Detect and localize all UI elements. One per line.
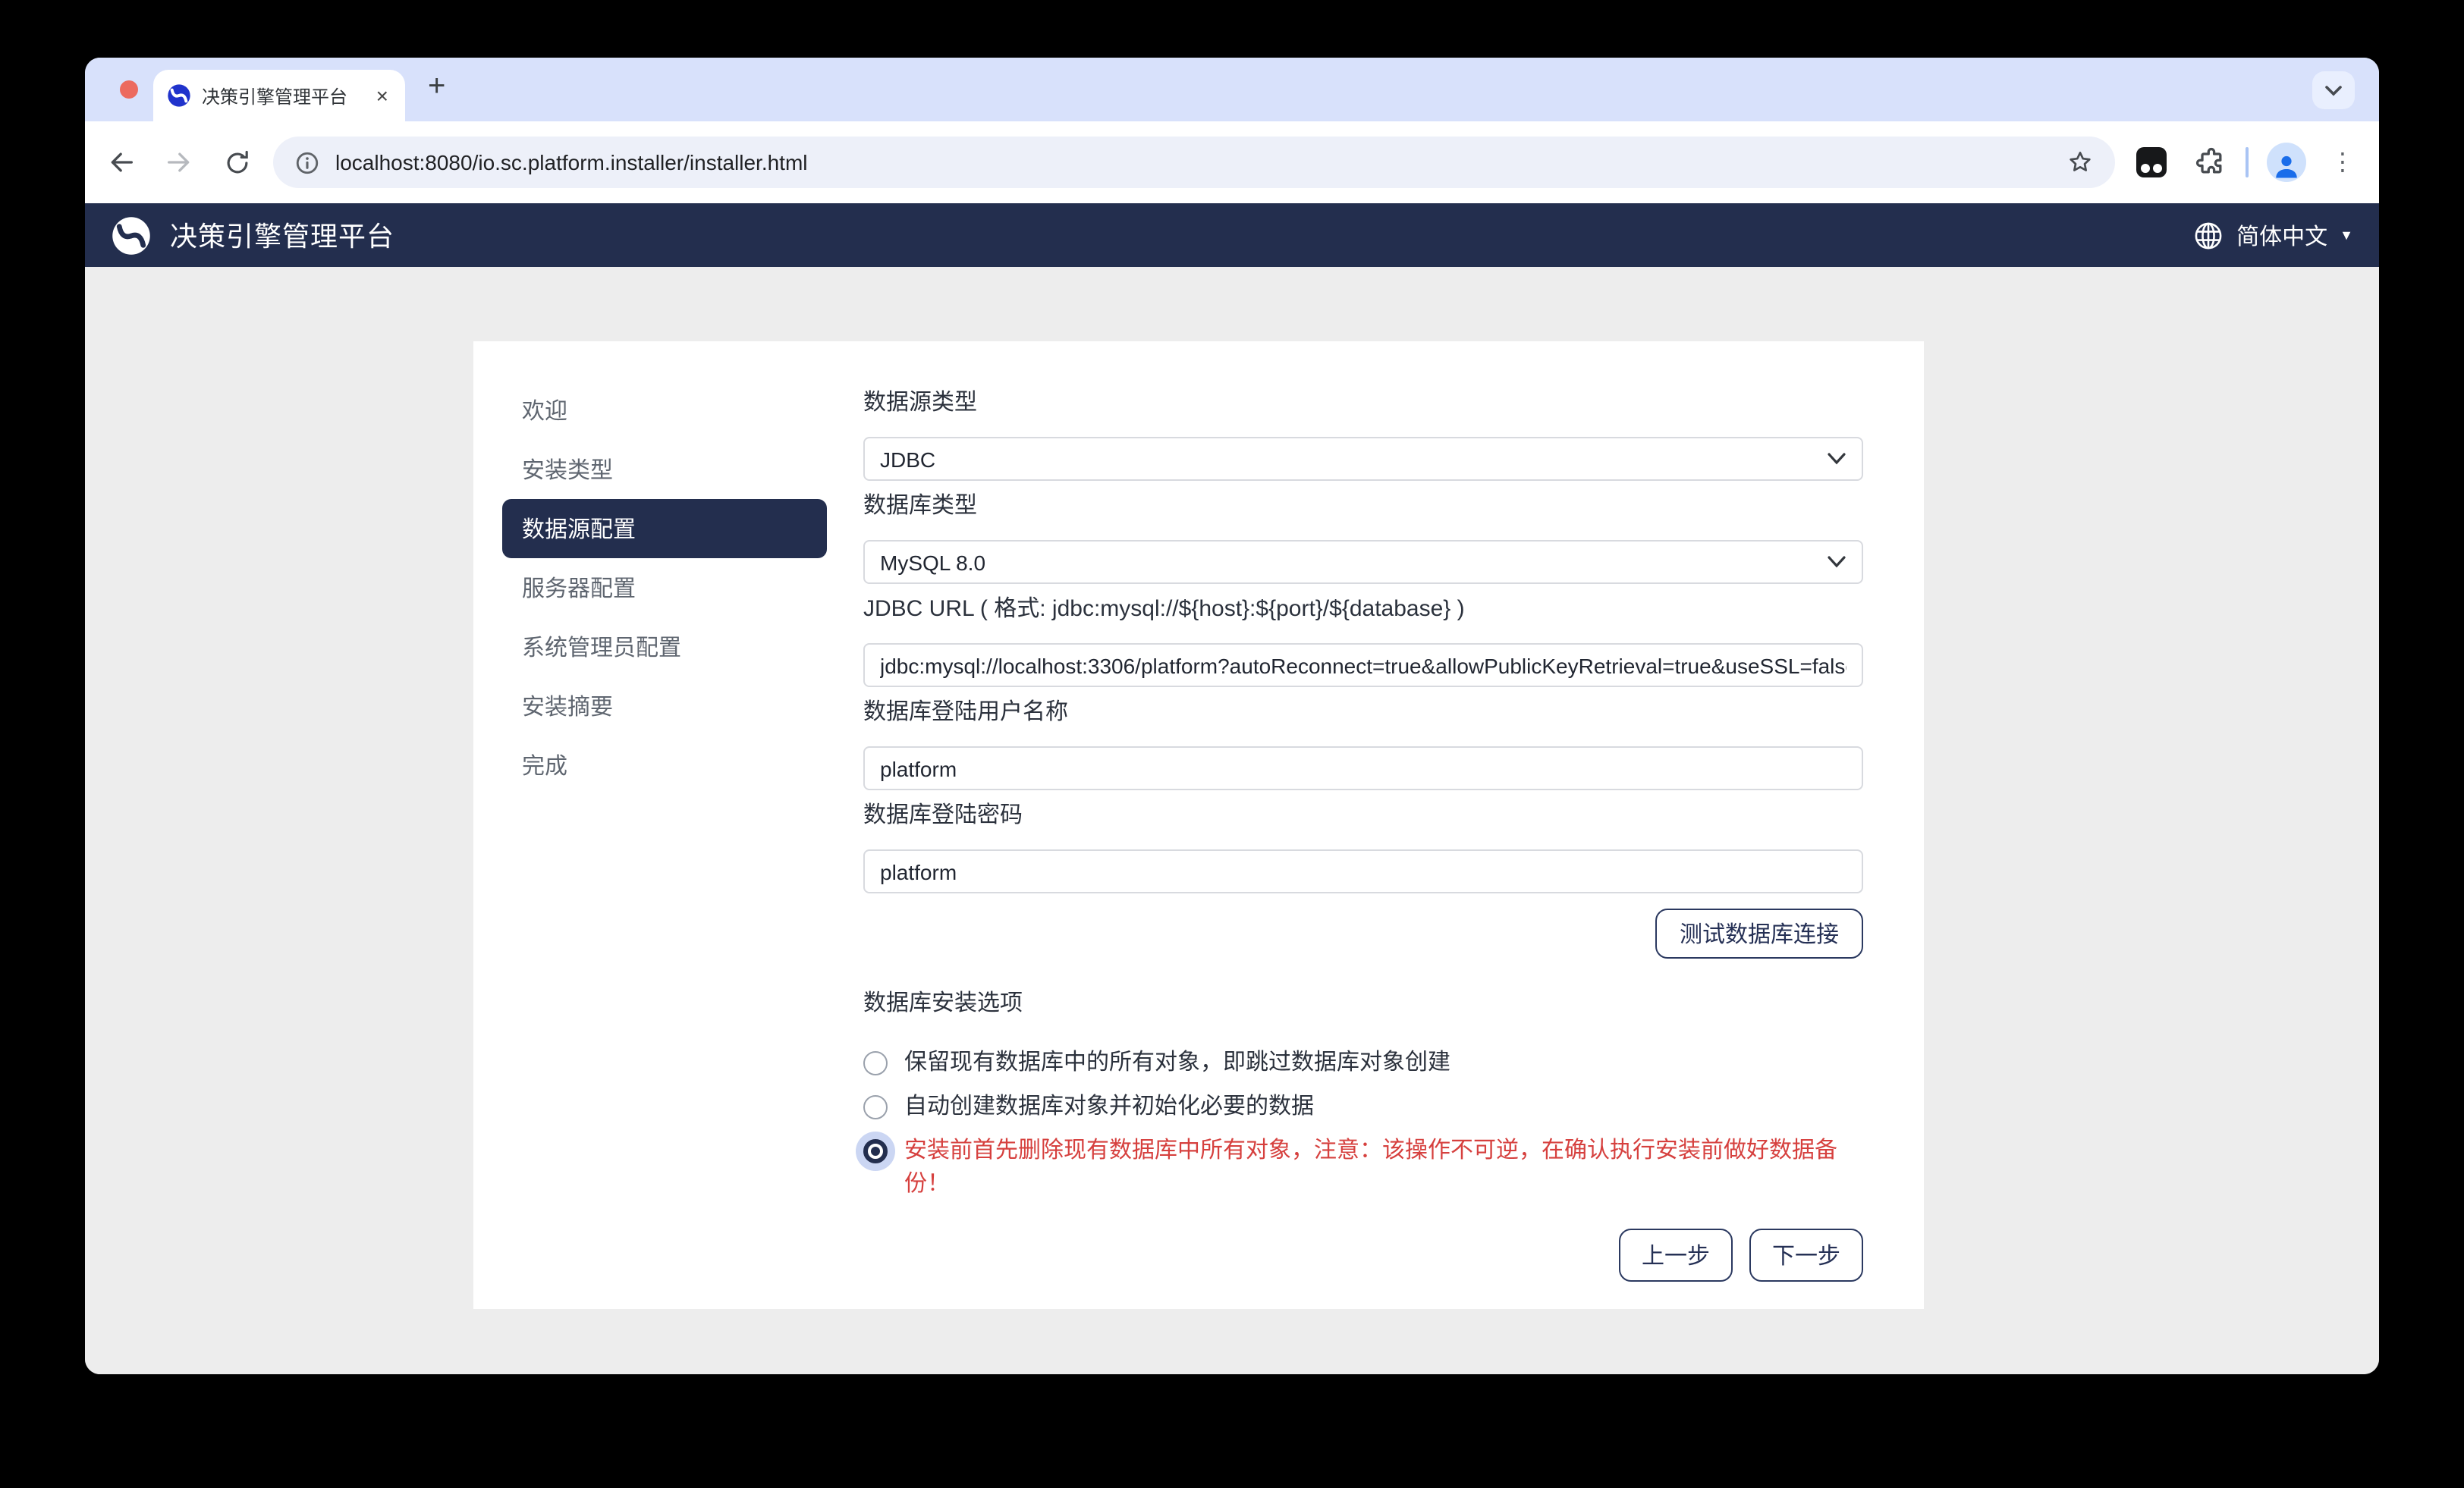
chevron-down-icon bbox=[2324, 84, 2343, 96]
reload-icon bbox=[222, 148, 251, 177]
installer-card: 欢迎 安装类型 数据源配置 服务器配置 系统管理员配置 安装摘要 完成 数据源类… bbox=[473, 341, 1924, 1309]
step-datasource[interactable]: 数据源配置 bbox=[502, 499, 827, 558]
favicon bbox=[167, 83, 191, 108]
datasource-type-value: JDBC bbox=[880, 447, 1827, 471]
site-info-icon[interactable] bbox=[294, 149, 320, 175]
radio-unchecked-icon[interactable] bbox=[863, 1095, 888, 1119]
option-label: 保留现有数据库中的所有对象，即跳过数据库对象创建 bbox=[904, 1047, 1863, 1080]
language-selector[interactable]: 简体中文 ▼ bbox=[2192, 219, 2353, 251]
step-admin[interactable]: 系统管理员配置 bbox=[502, 617, 827, 677]
db-username-label: 数据库登陆用户名称 bbox=[863, 698, 1863, 728]
chevron-down-icon bbox=[1827, 452, 1846, 466]
tab-search-button[interactable] bbox=[2312, 71, 2355, 109]
jdbc-url-label: JDBC URL ( 格式: jdbc:mysql://${host}:${po… bbox=[863, 595, 1863, 625]
page-background: 欢迎 安装类型 数据源配置 服务器配置 系统管理员配置 安装摘要 完成 数据源类… bbox=[85, 267, 2379, 1374]
extensions-puzzle-icon[interactable] bbox=[2194, 146, 2227, 179]
previous-step-button[interactable]: 上一步 bbox=[1619, 1229, 1733, 1282]
browser-menu-button[interactable]: ⋮ bbox=[2324, 147, 2361, 177]
step-server[interactable]: 服务器配置 bbox=[502, 558, 827, 617]
option-auto-create[interactable]: 自动创建数据库对象并初始化必要的数据 bbox=[863, 1091, 1863, 1124]
app-header: 决策引擎管理平台 简体中文 ▼ bbox=[85, 203, 2379, 267]
close-window-button[interactable] bbox=[120, 80, 138, 99]
browser-toolbar: localhost:8080/io.sc.platform.installer/… bbox=[85, 121, 2379, 203]
back-button[interactable] bbox=[100, 141, 143, 184]
reload-button[interactable] bbox=[215, 141, 258, 184]
browser-tab[interactable]: 决策引擎管理平台 × bbox=[153, 70, 405, 121]
option-drop-all[interactable]: 安装前首先删除现有数据库中所有对象，注意：该操作不可逆，在确认执行安装前做好数据… bbox=[863, 1135, 1863, 1201]
globe-icon bbox=[2192, 219, 2224, 251]
url-text[interactable]: localhost:8080/io.sc.platform.installer/… bbox=[335, 150, 2051, 174]
step-finish[interactable]: 完成 bbox=[502, 736, 827, 795]
forward-button[interactable] bbox=[158, 141, 200, 184]
app-title: 决策引擎管理平台 bbox=[170, 215, 394, 255]
forward-arrow-icon bbox=[164, 147, 194, 177]
step-install-type[interactable]: 安装类型 bbox=[502, 440, 827, 499]
chevron-down-icon bbox=[1827, 555, 1846, 569]
option-label: 自动创建数据库对象并初始化必要的数据 bbox=[904, 1091, 1863, 1124]
jdbc-url-input[interactable] bbox=[863, 643, 1863, 687]
test-db-connection-button[interactable]: 测试数据库连接 bbox=[1655, 909, 1863, 959]
app-logo-swirl-icon bbox=[111, 215, 152, 256]
tab-close-icon[interactable]: × bbox=[373, 85, 391, 106]
tab-title: 决策引擎管理平台 bbox=[202, 83, 363, 108]
screen: 决策引擎管理平台 × + bbox=[0, 0, 2464, 1488]
profile-avatar[interactable] bbox=[2267, 143, 2306, 182]
datasource-type-label: 数据源类型 bbox=[863, 388, 1863, 419]
option-keep-objects[interactable]: 保留现有数据库中的所有对象，即跳过数据库对象创建 bbox=[863, 1047, 1863, 1080]
browser-window: 决策引擎管理平台 × + bbox=[85, 58, 2379, 1374]
option-label: 安装前首先删除现有数据库中所有对象，注意：该操作不可逆，在确认执行安装前做好数据… bbox=[904, 1135, 1863, 1201]
next-step-button[interactable]: 下一步 bbox=[1749, 1229, 1863, 1282]
address-bar[interactable]: localhost:8080/io.sc.platform.installer/… bbox=[273, 137, 2115, 188]
dark-extension-icon[interactable] bbox=[2136, 147, 2167, 177]
db-type-label: 数据库类型 bbox=[863, 491, 1863, 522]
wizard-steps-nav: 欢迎 安装类型 数据源配置 服务器配置 系统管理员配置 安装摘要 完成 bbox=[502, 381, 827, 1309]
radio-checked-icon[interactable] bbox=[863, 1139, 888, 1163]
toolbar-divider bbox=[2246, 147, 2249, 177]
language-label: 简体中文 bbox=[2236, 219, 2327, 251]
db-username-input[interactable] bbox=[863, 746, 1863, 790]
db-type-select[interactable]: MySQL 8.0 bbox=[863, 540, 1863, 584]
tab-strip: 决策引擎管理平台 × + bbox=[85, 58, 2379, 121]
back-arrow-icon bbox=[106, 147, 137, 177]
datasource-form: 数据源类型 JDBC 数据库类型 MySQL 8.0 J bbox=[863, 381, 1863, 1309]
step-welcome[interactable]: 欢迎 bbox=[502, 381, 827, 440]
db-password-label: 数据库登陆密码 bbox=[863, 801, 1863, 831]
caret-down-icon: ▼ bbox=[2340, 228, 2353, 243]
bookmark-star-icon[interactable] bbox=[2066, 149, 2094, 176]
install-options-label: 数据库安装选项 bbox=[863, 989, 1863, 1019]
radio-unchecked-icon[interactable] bbox=[863, 1051, 888, 1075]
step-summary[interactable]: 安装摘要 bbox=[502, 677, 827, 736]
db-password-input[interactable] bbox=[863, 849, 1863, 893]
db-type-value: MySQL 8.0 bbox=[880, 550, 1827, 574]
datasource-type-select[interactable]: JDBC bbox=[863, 437, 1863, 481]
new-tab-button[interactable]: + bbox=[428, 70, 445, 105]
person-icon bbox=[2270, 149, 2303, 182]
